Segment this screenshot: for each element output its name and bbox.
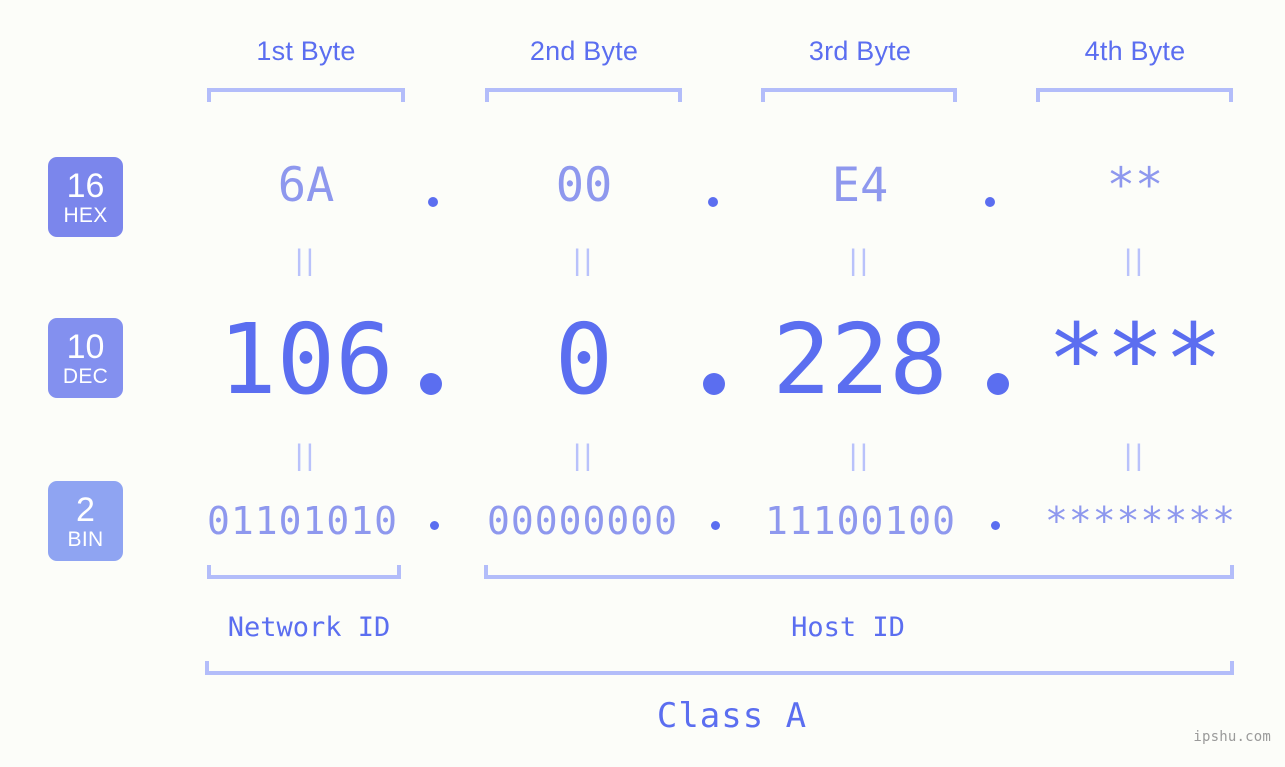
equals-marker-hex-dec-3: || xyxy=(849,244,871,277)
equals-marker-dec-bin-3: || xyxy=(849,439,871,472)
base-badge-hex: 16 HEX xyxy=(48,157,123,237)
byte-header-4: 4th Byte xyxy=(1084,36,1186,66)
byte-header-3: 3rd Byte xyxy=(808,36,912,66)
base-badge-bin-number: 2 xyxy=(76,490,95,529)
bin-separator-dot-3 xyxy=(991,521,1000,530)
watermark: ipshu.com xyxy=(1193,729,1271,745)
bin-byte-1: 01101010 xyxy=(206,499,399,543)
ip-address-breakdown-diagram: 1st Byte 2nd Byte 3rd Byte 4th Byte 16 H… xyxy=(0,0,1285,767)
dec-byte-2: 0 xyxy=(554,303,614,416)
dec-byte-3: 228 xyxy=(772,303,948,416)
base-badge-bin: 2 BIN xyxy=(48,481,123,561)
bin-separator-dot-1 xyxy=(430,521,439,530)
equals-marker-dec-bin-4: || xyxy=(1124,439,1146,472)
byte-bracket-1 xyxy=(207,88,405,102)
network-id-bracket xyxy=(207,565,401,579)
equals-marker-hex-dec-1: || xyxy=(295,244,317,277)
dec-byte-1: 106 xyxy=(218,303,394,416)
byte-bracket-2 xyxy=(485,88,682,102)
bin-byte-3: 11100100 xyxy=(764,499,957,543)
byte-header-2: 2nd Byte xyxy=(529,36,639,66)
hex-byte-4: ** xyxy=(1106,158,1164,213)
hex-byte-1: 6A xyxy=(277,158,335,213)
hex-byte-2: 00 xyxy=(555,158,613,213)
class-label: Class A xyxy=(656,696,808,736)
base-badge-hex-number: 16 xyxy=(66,166,105,205)
equals-marker-hex-dec-4: || xyxy=(1124,244,1146,277)
class-bracket xyxy=(205,661,1234,675)
byte-bracket-3 xyxy=(761,88,957,102)
bin-byte-2: 00000000 xyxy=(486,499,679,543)
bin-separator-dot-2 xyxy=(711,521,720,530)
dec-separator-dot-2 xyxy=(703,373,725,395)
equals-marker-dec-bin-2: || xyxy=(573,439,595,472)
base-badge-dec: 10 DEC xyxy=(48,318,123,398)
base-badge-dec-name: DEC xyxy=(62,364,109,388)
byte-header-1: 1st Byte xyxy=(256,36,356,66)
base-badge-bin-name: BIN xyxy=(67,527,104,551)
equals-marker-dec-bin-1: || xyxy=(295,439,317,472)
hex-byte-3: E4 xyxy=(831,158,889,213)
dec-byte-4: *** xyxy=(1047,303,1223,416)
hex-separator-dot-3 xyxy=(985,197,995,207)
bin-byte-4: ******** xyxy=(1044,499,1237,543)
host-id-label: Host ID xyxy=(791,612,905,643)
base-badge-hex-name: HEX xyxy=(63,203,108,227)
dec-separator-dot-1 xyxy=(420,373,442,395)
byte-bracket-4 xyxy=(1036,88,1233,102)
host-id-bracket xyxy=(484,565,1234,579)
hex-separator-dot-1 xyxy=(428,197,438,207)
hex-separator-dot-2 xyxy=(708,197,718,207)
dec-separator-dot-3 xyxy=(987,373,1009,395)
equals-marker-hex-dec-2: || xyxy=(573,244,595,277)
network-id-label: Network ID xyxy=(227,612,391,643)
base-badge-dec-number: 10 xyxy=(66,327,105,366)
